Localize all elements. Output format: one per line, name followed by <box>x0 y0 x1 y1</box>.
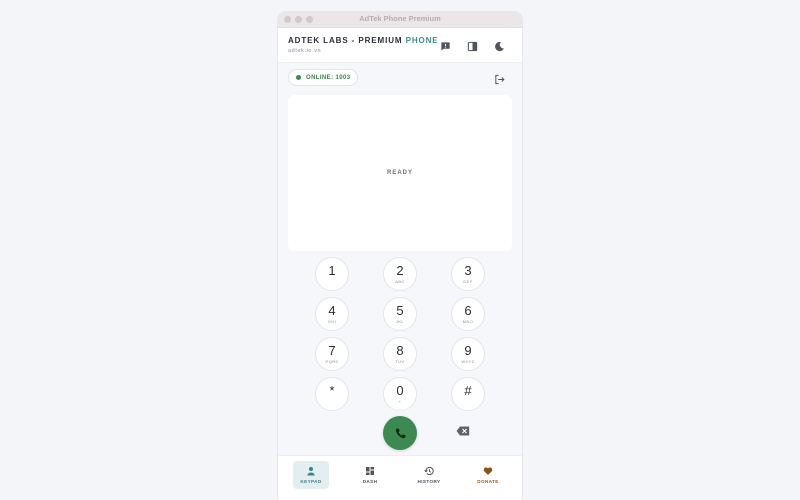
heart-icon <box>483 467 493 475</box>
brand-title: ADTEK LABS - PREMIUM PHONE <box>288 36 439 45</box>
dial-key[interactable]: 9 WXYZ <box>451 337 485 371</box>
dial-key-digit: 5 <box>396 303 404 318</box>
person-icon <box>307 467 315 476</box>
dial-key[interactable]: 1 <box>315 257 349 291</box>
dial-key-letters: JKL <box>395 319 405 324</box>
status-label: ONLINE: 1003 <box>306 74 351 81</box>
dial-key-letters: GHI <box>327 319 337 324</box>
dial-key-letters: WXYZ <box>461 359 475 364</box>
dial-key[interactable]: 4 GHI <box>315 297 349 331</box>
call-state: READY <box>386 170 413 176</box>
history-icon <box>424 466 434 476</box>
dial-key[interactable]: 7 PQRS <box>315 337 349 371</box>
nav-item-history[interactable]: HISTORY <box>411 461 447 489</box>
dial-key-digit: 4 <box>328 303 336 318</box>
dial-key-digit: 7 <box>328 343 336 358</box>
dial-key-digit: 6 <box>464 303 472 318</box>
status-row: ONLINE: 1003 <box>278 63 522 93</box>
dial-key-letters: MNO <box>462 319 474 324</box>
dial-key-digit: 0 <box>396 383 404 398</box>
dial-key-digit: 2 <box>396 263 404 278</box>
window-title: AdTek Phone Premium <box>359 14 441 23</box>
dial-key[interactable]: * <box>315 377 349 411</box>
dial-key-letters: ABC <box>395 279 405 284</box>
call-display: READY <box>288 95 512 251</box>
dashboard-icon <box>366 467 374 475</box>
dial-key-digit: # <box>464 383 472 398</box>
brand-title-main: ADTEK LABS - PREMIUM <box>288 36 406 45</box>
dial-key[interactable]: 8 TUV <box>383 337 417 371</box>
nav-label-history: HISTORY <box>417 479 441 484</box>
app-window: AdTek Phone Premium ADTEK LABS - PREMIUM… <box>278 12 522 500</box>
dial-key[interactable]: 6 MNO <box>451 297 485 331</box>
bottom-nav: KEYPAD DASH HISTORY DONATE <box>278 455 522 500</box>
brand-domain: adtek.io.vn <box>288 48 322 54</box>
phone-icon <box>395 427 406 438</box>
backspace-button[interactable] <box>456 426 470 436</box>
nav-label-dash: DASH <box>362 479 378 484</box>
dial-key[interactable]: 3 DEF <box>451 257 485 291</box>
dial-key-letters: PQRS <box>325 359 339 364</box>
dark-mode-icon[interactable] <box>493 40 505 52</box>
dial-key-digit: 3 <box>464 263 472 278</box>
dial-key[interactable]: # <box>451 377 485 411</box>
nav-label-donate: DONATE <box>477 479 499 484</box>
dial-key-digit: 8 <box>396 343 404 358</box>
online-dot-icon <box>296 75 301 80</box>
dial-key[interactable]: 0 + <box>383 377 417 411</box>
dial-key-letters: TUV <box>395 359 405 364</box>
backspace-icon <box>456 426 470 436</box>
app-header: ADTEK LABS - PREMIUM PHONE adtek.io.vn <box>278 28 522 63</box>
nav-item-donate[interactable]: DONATE <box>470 461 506 489</box>
dial-key[interactable]: 5 JKL <box>383 297 417 331</box>
nav-item-keypad[interactable]: KEYPAD <box>293 461 329 489</box>
layout-icon[interactable] <box>466 40 478 52</box>
dial-key-digit: 1 <box>328 263 336 278</box>
logout-icon[interactable] <box>494 72 505 85</box>
brand-title-accent: PHONE <box>405 36 439 45</box>
title-bar: AdTek Phone Premium <box>278 12 522 28</box>
nav-label-keypad: KEYPAD <box>300 479 322 484</box>
call-button[interactable] <box>383 416 417 450</box>
status-badge: ONLINE: 1003 <box>288 69 359 86</box>
dial-key-letters: DEF <box>463 279 473 284</box>
dial-key[interactable]: 2 ABC <box>383 257 417 291</box>
dial-key-digit: * <box>329 383 335 398</box>
dial-key-letters: + <box>398 399 402 404</box>
message-icon[interactable] <box>439 40 451 52</box>
nav-item-dash[interactable]: DASH <box>352 461 388 489</box>
dial-key-digit: 9 <box>464 343 472 358</box>
